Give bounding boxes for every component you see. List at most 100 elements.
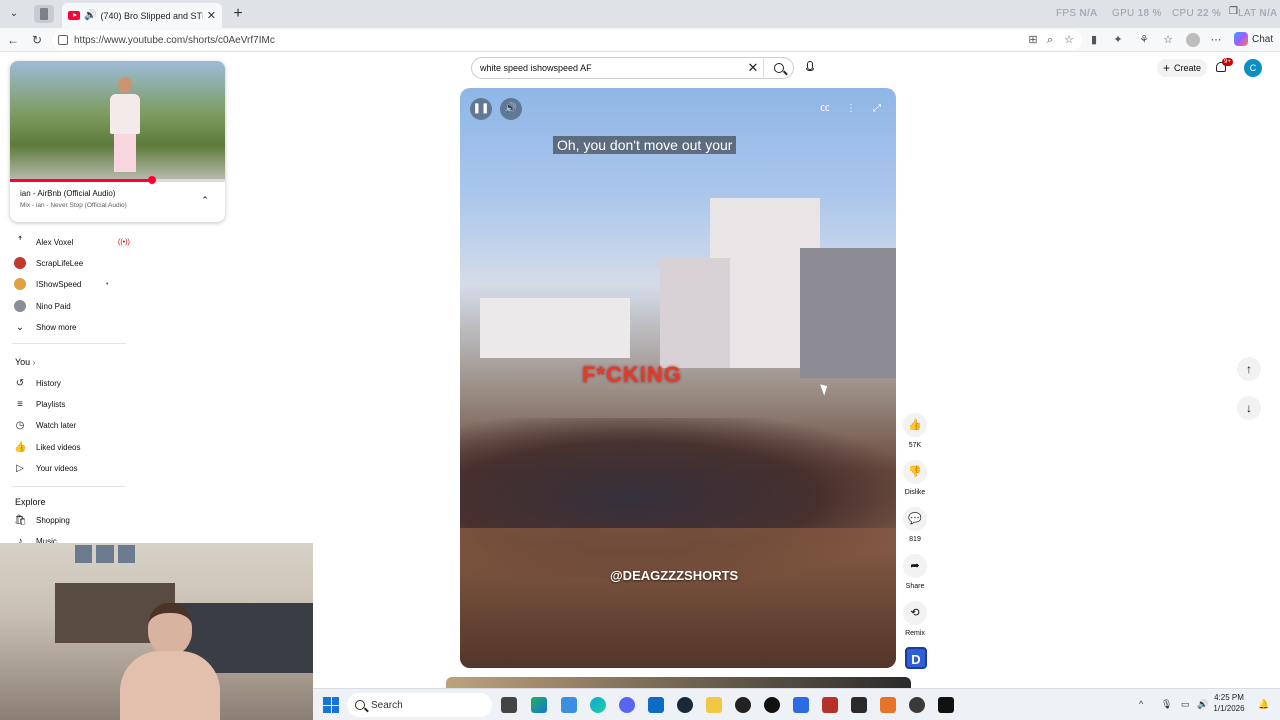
app-black-icon[interactable]: [938, 697, 954, 713]
more-options-icon[interactable]: ⋮: [840, 98, 862, 120]
sidebar-item-nino-paid[interactable]: Nino Paid: [14, 297, 126, 315]
sidebar-item-label: Nino Paid: [36, 301, 71, 311]
next-short-button[interactable]: ↓: [1237, 396, 1261, 420]
chevron-down-icon: ⌄: [15, 321, 25, 333]
fullscreen-icon[interactable]: ⤢: [866, 98, 888, 120]
extension-icon[interactable]: ▮: [1087, 33, 1101, 47]
comments-button[interactable]: 💬 819: [900, 507, 930, 543]
refresh-icon[interactable]: ↻: [29, 32, 45, 48]
sidebar-item-scraplifelee[interactable]: ScrapLifeLee: [14, 254, 126, 272]
clear-search-icon[interactable]: ✕: [743, 60, 763, 76]
miniplayer-video[interactable]: [10, 61, 225, 181]
task-view-icon[interactable]: [501, 697, 517, 713]
sidebar-item-alex-voxel[interactable]: ꜛ Alex Voxel ((•)): [14, 233, 130, 251]
like-button[interactable]: 👍 57K: [900, 413, 930, 449]
more-menu-icon[interactable]: ⋯: [1209, 33, 1223, 47]
back-arrow-icon[interactable]: ←: [5, 32, 21, 48]
zoom-icon[interactable]: ⌕: [1043, 33, 1057, 47]
video-caption: Oh, you don't move out your: [553, 136, 737, 154]
app-red-icon[interactable]: [822, 697, 838, 713]
sidebar-item-watch-later[interactable]: ◷ Watch later: [14, 416, 126, 434]
dislike-button[interactable]: 👎 Dislike: [900, 460, 930, 496]
sound-channel-logo-icon[interactable]: D: [905, 647, 927, 669]
sidebar-show-more[interactable]: ⌄ Show more: [14, 318, 126, 336]
plus-icon: +: [1163, 61, 1171, 75]
tray-network-icon[interactable]: ▭: [1181, 699, 1190, 710]
address-bar[interactable]: https://www.youtube.com/shorts/c0AeVrf7I…: [52, 30, 1082, 50]
taskbar-clock[interactable]: 4:25 PM 1/1/2026: [1208, 692, 1250, 714]
dislike-label: Dislike: [904, 489, 926, 496]
tab-audio-icon[interactable]: 🔊: [84, 10, 96, 21]
sidebar-item-your-videos[interactable]: ▷ Your videos: [14, 459, 126, 477]
playlists-icon: ≡: [17, 398, 23, 410]
extensions-puzzle-icon[interactable]: ✦: [1111, 33, 1125, 47]
sidebar-item-label: Watch later: [36, 420, 77, 430]
search-box[interactable]: white speed ishowspeed AF ✕: [471, 57, 794, 79]
windows-start-icon[interactable]: [323, 697, 339, 713]
video-ground: [460, 528, 896, 668]
thumbs-up-icon: 👍: [903, 413, 927, 437]
obs-icon[interactable]: [735, 697, 751, 713]
close-tab-icon[interactable]: ✕: [207, 9, 216, 22]
sidebar-you-heading[interactable]: You ›: [15, 357, 35, 367]
sidebar-item-liked-videos[interactable]: 👍 Liked videos: [14, 438, 126, 456]
file-explorer-icon[interactable]: [706, 697, 722, 713]
pause-button[interactable]: ❚❚: [470, 98, 492, 120]
tray-mic-icon[interactable]: 🎙: [1161, 699, 1172, 710]
edge-browser-icon[interactable]: [590, 697, 606, 713]
search-icon: [773, 63, 784, 73]
sidebar-item-history[interactable]: ↺ History: [14, 374, 126, 392]
new-tab-button[interactable]: +: [228, 4, 248, 24]
taskbar-search[interactable]: Search: [347, 693, 492, 717]
share-button[interactable]: ➦ Share: [900, 554, 930, 590]
search-button[interactable]: [763, 58, 793, 78]
search-input[interactable]: white speed ishowspeed AF: [472, 63, 743, 73]
pinned-tab[interactable]: [34, 5, 54, 23]
miniplayer-progress-fill: [10, 179, 152, 182]
liked-videos-icon: 👍: [14, 441, 27, 453]
app-available-icon[interactable]: ⊞: [1026, 33, 1040, 47]
captions-icon[interactable]: ㏄: [814, 98, 836, 120]
app-icon[interactable]: [793, 697, 809, 713]
store-icon[interactable]: [648, 697, 664, 713]
site-info-icon[interactable]: [58, 35, 68, 45]
remix-icon: ⟲: [903, 601, 927, 625]
account-avatar[interactable]: C: [1244, 59, 1262, 77]
copilot-chat-button[interactable]: Chat: [1234, 32, 1273, 46]
app-orange-icon[interactable]: [880, 697, 896, 713]
favorites-icon[interactable]: ☆: [1161, 33, 1175, 47]
volume-button[interactable]: 🔊: [500, 98, 522, 120]
discord-icon[interactable]: [619, 697, 635, 713]
epic-games-icon[interactable]: [851, 697, 867, 713]
remix-button[interactable]: ⟲ Remix: [900, 601, 930, 637]
cpu-stat: CPU 22 %: [1172, 8, 1221, 19]
notification-center-icon[interactable]: 🔔: [1258, 699, 1269, 710]
restore-window-icon[interactable]: ❐: [1229, 6, 1238, 17]
sidebar-item-shopping[interactable]: 🛍 Shopping: [14, 511, 126, 529]
tiktok-icon[interactable]: [764, 697, 780, 713]
file-app-icon[interactable]: [561, 697, 577, 713]
favorite-star-icon[interactable]: ☆: [1062, 33, 1076, 47]
previous-short-button[interactable]: ↑: [1237, 357, 1261, 381]
extension-2-icon[interactable]: ⚘: [1137, 33, 1151, 47]
miniplayer[interactable]: ian - AirBnb (Official Audio) Mix - ian …: [10, 61, 225, 222]
sidebar-item-playlists[interactable]: ≡ Playlists: [14, 395, 126, 413]
tray-overflow-icon[interactable]: ^: [1139, 699, 1143, 709]
miniplayer-scrubber[interactable]: [147, 176, 156, 184]
widgets-app-icon[interactable]: [531, 697, 547, 713]
steam-icon[interactable]: [677, 697, 693, 713]
notifications-button[interactable]: 9+: [1214, 58, 1233, 75]
tab-title: (740) Bro Slipped and STILL W: [100, 10, 203, 21]
create-button[interactable]: + Create: [1157, 59, 1208, 77]
taskbar-search-icon: [355, 700, 365, 710]
tray-volume-icon[interactable]: 🔊: [1197, 699, 1208, 710]
sidebar-item-ishowspeed[interactable]: IShowSpeed •: [14, 275, 126, 293]
app-dark-icon[interactable]: [909, 697, 925, 713]
shorts-video-player[interactable]: ❚❚ 🔊 ㏄ ⋮ ⤢ Oh, you don't move out your F…: [460, 88, 896, 668]
chevron-up-icon[interactable]: ⌃: [200, 195, 210, 205]
profile-avatar-icon[interactable]: [1186, 33, 1200, 47]
tab-actions-icon[interactable]: ⌄: [4, 4, 24, 24]
miniplayer-progress-bar[interactable]: [10, 179, 225, 182]
voice-search-button[interactable]: [801, 59, 819, 77]
active-tab[interactable]: 🔊 (740) Bro Slipped and STILL W ✕: [62, 3, 222, 28]
